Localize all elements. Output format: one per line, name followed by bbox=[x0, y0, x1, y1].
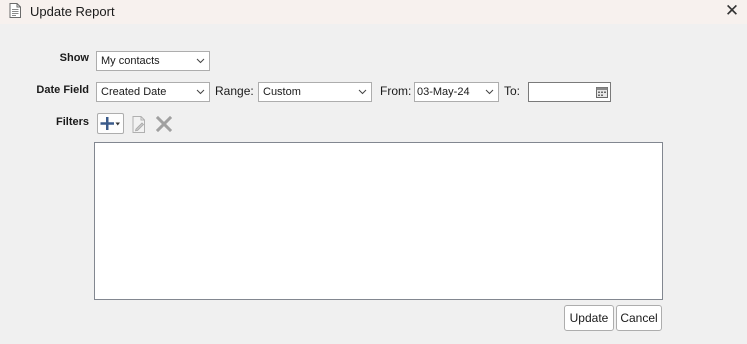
filters-list[interactable] bbox=[94, 142, 663, 300]
date-field-combobox[interactable]: Created Date bbox=[96, 82, 210, 102]
to-label: To: bbox=[504, 84, 521, 98]
update-button-label: Update bbox=[569, 311, 609, 325]
date-field-label: Date Field bbox=[36, 84, 89, 96]
from-label: From: bbox=[380, 84, 412, 98]
from-date-picker[interactable]: 03-May-24 bbox=[414, 82, 499, 102]
close-icon: ✕ bbox=[724, 1, 740, 20]
cancel-button-label: Cancel bbox=[620, 311, 658, 325]
chevron-down-icon bbox=[485, 89, 494, 95]
chevron-down-icon bbox=[196, 58, 205, 64]
range-value: Custom bbox=[263, 86, 301, 98]
to-date-field[interactable] bbox=[528, 82, 611, 102]
delete-filter-button[interactable] bbox=[154, 114, 174, 134]
window-title: Update Report bbox=[30, 4, 115, 19]
add-filter-button[interactable] bbox=[97, 113, 124, 134]
show-value: My contacts bbox=[101, 55, 160, 67]
close-button[interactable]: ✕ bbox=[720, 0, 744, 22]
plus-dropdown-icon bbox=[100, 117, 120, 130]
date-field-value: Created Date bbox=[101, 86, 167, 98]
edit-filter-button[interactable] bbox=[130, 114, 148, 134]
show-combobox[interactable]: My contacts bbox=[96, 51, 210, 71]
cancel-button[interactable]: Cancel bbox=[616, 305, 662, 331]
range-combobox[interactable]: Custom bbox=[258, 82, 372, 102]
chevron-down-icon bbox=[358, 89, 367, 95]
range-label: Range: bbox=[215, 84, 254, 98]
delete-x-icon bbox=[156, 116, 172, 132]
update-button[interactable]: Update bbox=[564, 305, 614, 331]
report-document-icon bbox=[9, 3, 21, 18]
show-label: Show bbox=[59, 52, 89, 64]
title-bar: Update Report ✕ bbox=[0, 0, 747, 24]
filters-label: Filters bbox=[55, 116, 89, 128]
from-date-value: 03-May-24 bbox=[417, 86, 470, 98]
edit-document-icon bbox=[132, 115, 145, 133]
chevron-down-icon bbox=[196, 89, 205, 95]
calendar-icon[interactable] bbox=[596, 86, 608, 98]
